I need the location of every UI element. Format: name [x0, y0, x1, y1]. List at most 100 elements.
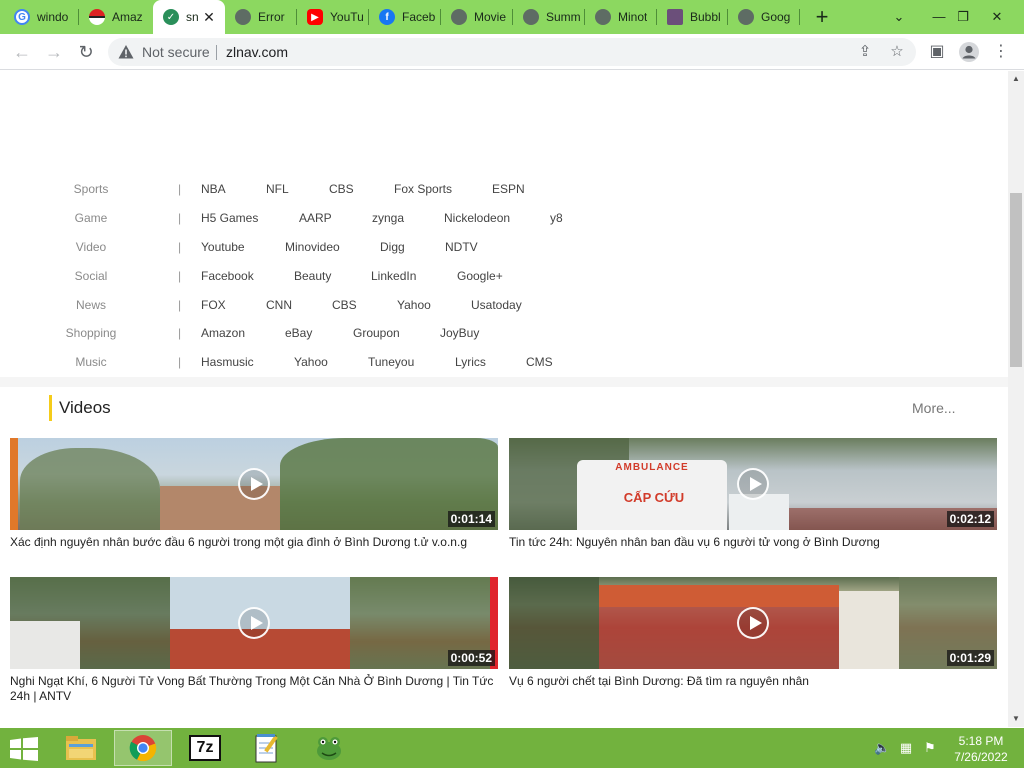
divider: |: [178, 355, 182, 369]
tab-label: sn: [186, 10, 199, 24]
link-nickelodeon[interactable]: Nickelodeon: [444, 211, 510, 225]
link-cbs-news[interactable]: CBS: [332, 298, 357, 312]
tab-label: Error: [258, 10, 285, 24]
link-espn[interactable]: ESPN: [492, 182, 525, 196]
link-minovideo[interactable]: Minovideo: [285, 240, 340, 254]
link-youtube[interactable]: Youtube: [201, 240, 245, 254]
close-tab-icon[interactable]: ✕: [201, 9, 217, 25]
video-thumbnail[interactable]: 0:01:14: [10, 438, 498, 530]
link-h5-games[interactable]: H5 Games: [201, 211, 258, 225]
link-hasmusic[interactable]: Hasmusic: [201, 355, 254, 369]
video-thumbnail[interactable]: 0:01:29: [509, 577, 997, 669]
url-text[interactable]: zlnav.com: [226, 44, 288, 60]
link-y8[interactable]: y8: [550, 211, 563, 225]
link-google-plus[interactable]: Google+: [457, 269, 503, 283]
network-icon[interactable]: ▦: [898, 740, 914, 756]
link-linkedin[interactable]: LinkedIn: [371, 269, 416, 283]
category-row-shopping: Shopping | Amazon eBay Groupon JoyBuy: [0, 326, 1008, 346]
forward-arrow-icon[interactable]: →: [42, 40, 66, 64]
category-name: News: [75, 298, 106, 312]
tab-4[interactable]: ▶ YouTu: [297, 0, 369, 34]
address-bar[interactable]: Not secure zlnav.com ⇪ ☆: [108, 38, 916, 66]
video-card-3[interactable]: 0:00:52 Nghi Ngạt Khí, 6 Người Tử Vong B…: [10, 577, 498, 704]
tab-7[interactable]: Summ: [513, 0, 585, 34]
tab-3[interactable]: Error: [225, 0, 297, 34]
clock-date: 7/26/2022: [954, 750, 1008, 764]
link-yahoo-music[interactable]: Yahoo: [294, 355, 328, 369]
video-caption[interactable]: Xác định nguyên nhân bước đầu 6 người tr…: [10, 535, 498, 550]
play-icon[interactable]: [238, 607, 270, 639]
link-cms[interactable]: CMS: [526, 355, 553, 369]
link-fox[interactable]: FOX: [201, 298, 226, 312]
tab-1[interactable]: Amaz: [79, 0, 153, 34]
link-facebook[interactable]: Facebook: [201, 269, 254, 283]
link-amazon[interactable]: Amazon: [201, 326, 245, 340]
link-groupon[interactable]: Groupon: [353, 326, 400, 340]
video-card-1[interactable]: 0:01:14 Xác định nguyên nhân bước đầu 6 …: [10, 438, 498, 550]
video-thumbnail[interactable]: 0:00:52: [10, 577, 498, 669]
7zip-icon[interactable]: 7z: [176, 730, 234, 766]
security-label[interactable]: Not secure: [142, 44, 210, 60]
notepad-icon[interactable]: [238, 730, 296, 766]
link-zynga[interactable]: zynga: [372, 211, 404, 225]
category-name: Music: [75, 355, 107, 369]
link-joybuy[interactable]: JoyBuy: [440, 326, 479, 340]
warning-icon[interactable]: [118, 44, 134, 60]
link-nfl[interactable]: NFL: [266, 182, 289, 196]
tab-0[interactable]: G windo: [4, 0, 79, 34]
play-icon[interactable]: [238, 468, 270, 500]
bookmark-star-icon[interactable]: ☆: [888, 43, 906, 61]
chrome-icon[interactable]: [114, 730, 172, 766]
video-caption[interactable]: Tin tức 24h: Nguyên nhân ban đầu vụ 6 ng…: [509, 535, 997, 550]
tab-5[interactable]: f Faceb: [369, 0, 441, 34]
profile-avatar-icon[interactable]: [958, 41, 980, 63]
volume-muted-icon[interactable]: 🔈: [874, 740, 890, 756]
video-thumbnail[interactable]: AMBULANCE CẤP CỨU 0:02:12: [509, 438, 997, 530]
video-card-2[interactable]: AMBULANCE CẤP CỨU 0:02:12 Tin tức 24h: N…: [509, 438, 997, 550]
link-ndtv[interactable]: NDTV: [445, 240, 478, 254]
file-explorer-icon[interactable]: [52, 730, 110, 766]
link-cbs[interactable]: CBS: [329, 182, 354, 196]
tab-label: Goog: [761, 10, 791, 24]
back-arrow-icon[interactable]: ←: [10, 40, 34, 64]
link-aarp[interactable]: AARP: [299, 211, 332, 225]
link-nba[interactable]: NBA: [201, 182, 226, 196]
link-tuneyou[interactable]: Tuneyou: [368, 355, 414, 369]
new-tab-button[interactable]: +: [810, 4, 834, 30]
tab-2-active[interactable]: ✓ sn ✕: [153, 0, 225, 34]
tab-6[interactable]: Movie: [441, 0, 513, 34]
link-ebay[interactable]: eBay: [285, 326, 312, 340]
play-icon[interactable]: [737, 468, 769, 500]
tab-10[interactable]: Goog: [728, 0, 800, 34]
link-beauty[interactable]: Beauty: [294, 269, 331, 283]
action-center-icon[interactable]: ⚑: [922, 740, 938, 756]
close-window-button[interactable]: ✕: [974, 0, 1020, 34]
video-caption[interactable]: Nghi Ngạt Khí, 6 Người Tử Vong Bất Thườn…: [10, 674, 498, 704]
scroll-down-arrow-icon[interactable]: ▼: [1008, 711, 1024, 727]
link-fox-sports[interactable]: Fox Sports: [394, 182, 452, 196]
tab-9[interactable]: Bubbl: [657, 0, 728, 34]
reload-icon[interactable]: ↻: [74, 40, 98, 64]
globe-icon: [451, 9, 467, 25]
link-yahoo-news[interactable]: Yahoo: [397, 298, 431, 312]
browser-toolbar: ← → ↻ Not secure zlnav.com ⇪ ☆ ▣ ⋮: [0, 34, 1024, 70]
more-menu-icon[interactable]: ⋮: [990, 41, 1012, 63]
video-card-4[interactable]: 0:01:29 Vụ 6 người chết tại Bình Dương: …: [509, 577, 997, 689]
scroll-up-arrow-icon[interactable]: ▲: [1008, 71, 1024, 87]
link-lyrics[interactable]: Lyrics: [455, 355, 486, 369]
page-scrollbar[interactable]: ▲ ▼: [1008, 71, 1024, 727]
system-clock[interactable]: 5:18 PM 7/26/2022: [948, 733, 1014, 765]
video-caption[interactable]: Vụ 6 người chết tại Bình Dương: Đã tìm r…: [509, 674, 997, 689]
videos-more-link[interactable]: More...: [912, 400, 956, 416]
side-panel-icon[interactable]: ▣: [926, 41, 948, 63]
frog-app-icon[interactable]: [300, 730, 358, 766]
play-icon[interactable]: [737, 607, 769, 639]
tab-8[interactable]: Minot: [585, 0, 657, 34]
link-cnn[interactable]: CNN: [266, 298, 292, 312]
link-digg[interactable]: Digg: [380, 240, 405, 254]
share-icon[interactable]: ⇪: [856, 43, 874, 61]
cap-cuu-text: CẤP CỨU: [623, 490, 685, 505]
scrollbar-thumb[interactable]: [1010, 193, 1022, 367]
windows-start-icon[interactable]: [10, 737, 38, 761]
link-usatoday[interactable]: Usatoday: [471, 298, 522, 312]
